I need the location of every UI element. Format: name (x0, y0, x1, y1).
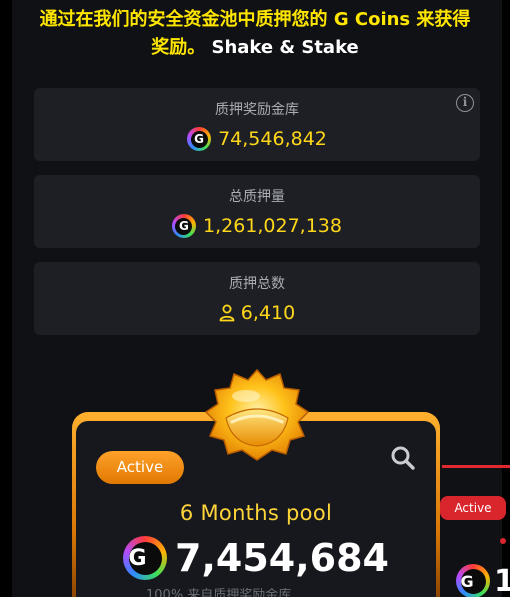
g-coin-icon: G (171, 214, 196, 238)
gold-crown-icon (204, 368, 310, 461)
headline-line-2-en: Shake & Stake (211, 37, 359, 58)
pool-amount-row: G 7,454,684 (76, 535, 436, 581)
stat-value-row: G 74,546,842 (34, 127, 480, 151)
stat-value: 6,410 (240, 302, 296, 324)
search-icon[interactable] (389, 444, 417, 472)
stat-label: 质押奖励金库 (215, 102, 299, 118)
active-status-badge-next: Active (440, 496, 506, 520)
stat-value: 1,261,027,138 (202, 215, 342, 237)
stat-card-stake-count: 质押总数 6,410 (34, 262, 480, 335)
stat-value-row: G 1,261,027,138 (34, 214, 480, 238)
stat-card-reward-vault: i 质押奖励金库 G 74,546,842 (34, 88, 480, 161)
g-coin-icon: G (456, 564, 490, 597)
pool-amount: 7,454,684 (175, 536, 389, 580)
page-headline: 通过在我们的安全资金池中质押您的 G Coins 来获得 奖励。 Shake &… (0, 6, 510, 62)
next-pool-amount: 1 (494, 563, 510, 597)
pool-subtitle: 100% 来自质押奖励金库 (146, 588, 292, 597)
stat-value: 74,546,842 (218, 128, 327, 150)
info-icon[interactable]: i (456, 94, 474, 112)
stat-card-total-staked: 总质押量 G 1,261,027,138 (34, 175, 480, 248)
active-status-badge: Active (96, 451, 184, 484)
indicator-dot (500, 538, 506, 544)
headline-line-2: 奖励。 Shake & Stake (0, 34, 510, 62)
next-pool-amount-row[interactable]: G 1 (456, 562, 510, 597)
stat-label: 总质押量 (229, 189, 285, 205)
stat-value-row: 6,410 (34, 301, 480, 325)
user-icon (219, 304, 235, 322)
pool-title: 6 Months pool (179, 501, 333, 525)
stat-label: 质押总数 (229, 276, 285, 292)
headline-line-1: 通过在我们的安全资金池中质押您的 G Coins 来获得 (39, 9, 471, 30)
g-coin-icon: G (123, 536, 168, 580)
g-coin-icon: G (187, 127, 212, 151)
next-pool-card-edge (442, 465, 510, 468)
headline-line-2-cn: 奖励。 (151, 37, 206, 58)
